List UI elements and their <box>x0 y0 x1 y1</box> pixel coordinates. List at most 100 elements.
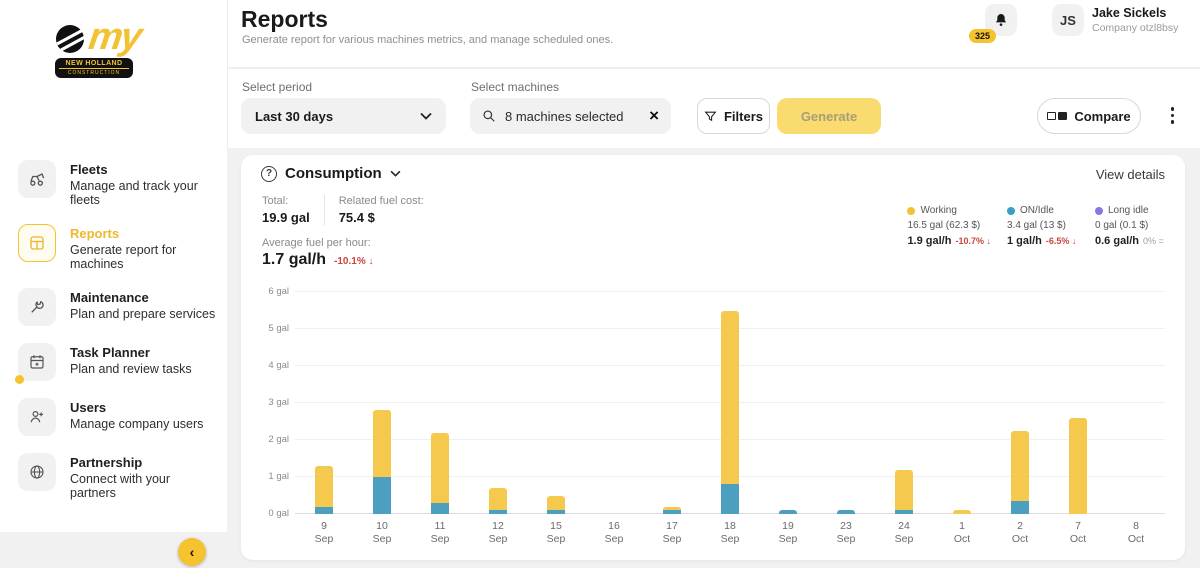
sidebar-item-task-planner[interactable]: Task Planner Plan and review tasks <box>18 343 217 381</box>
bar-segment-on-idle[interactable] <box>721 484 739 514</box>
view-details-link[interactable]: View details <box>1096 167 1165 182</box>
bar-segment-on-idle[interactable] <box>1011 501 1029 514</box>
sidebar-item-fleets[interactable]: Fleets Manage and track your fleets <box>18 160 217 207</box>
long-idle-dot-icon <box>1095 207 1103 215</box>
chart-bar-group[interactable]: 7Oct <box>1049 292 1107 514</box>
machines-value: 8 machines selected <box>505 109 640 124</box>
bar-segment-working[interactable] <box>895 470 913 511</box>
sidebar-item-title: Reports <box>70 224 217 241</box>
avg-fuel-value: 1.7 gal/h <box>262 251 326 269</box>
bar-segment-on-idle[interactable] <box>547 510 565 514</box>
chart-bar-group[interactable]: 8Oct <box>1107 292 1165 514</box>
bar-segment-working[interactable] <box>663 507 681 511</box>
legend-name: Long idle <box>1108 205 1149 216</box>
machines-search-input[interactable]: 8 machines selected × <box>470 98 671 134</box>
bar-segment-working[interactable] <box>489 488 507 510</box>
legend-name: Working <box>920 205 957 216</box>
chart-bar-group[interactable]: 15Sep <box>527 292 585 514</box>
filters-button[interactable]: Filters <box>697 98 770 134</box>
wrench-icon <box>18 288 56 326</box>
sidebar-item-maintenance[interactable]: Maintenance Plan and prepare services <box>18 288 217 326</box>
x-axis-tick: 9Sep <box>295 520 353 546</box>
x-axis-tick: 18Sep <box>701 520 759 546</box>
y-axis-tick: 4 gal <box>255 360 289 371</box>
x-axis-tick: 2Oct <box>991 520 1049 546</box>
legend-rate: 1.9 gal/h <box>907 235 951 247</box>
user-block[interactable]: Jake Sickels Company otzl8bsy <box>1092 6 1192 34</box>
chart-bar-group[interactable]: 24Sep <box>875 292 933 514</box>
legend-rate: 0.6 gal/h <box>1095 235 1139 247</box>
chart-bar-group[interactable]: 18Sep <box>701 292 759 514</box>
sidebar-item-partnership[interactable]: Partnership Connect with your partners <box>18 453 217 500</box>
bar-segment-on-idle[interactable] <box>779 510 797 514</box>
chart-plot: 0 gal1 gal2 gal3 gal4 gal5 gal6 gal9Sep1… <box>295 292 1165 514</box>
fuel-cost-label: Related fuel cost: <box>339 195 424 207</box>
chart-bar-group[interactable]: 23Sep <box>817 292 875 514</box>
fuel-cost-value: 75.4 $ <box>339 210 424 225</box>
consumption-section-toggle[interactable]: ? Consumption <box>261 165 401 182</box>
sidebar-item-title: Task Planner <box>70 343 192 360</box>
chart-bar-group[interactable]: 11Sep <box>411 292 469 514</box>
chart-bar-group[interactable]: 1Oct <box>933 292 991 514</box>
chart-bar-group[interactable]: 9Sep <box>295 292 353 514</box>
sidebar-item-subtitle: Manage and track your fleets <box>70 179 217 207</box>
bar-segment-on-idle[interactable] <box>315 507 333 514</box>
calendar-icon <box>18 343 56 381</box>
chart-bar-group[interactable]: 2Oct <box>991 292 1049 514</box>
x-axis-tick: 1Oct <box>933 520 991 546</box>
clear-machines-icon[interactable]: × <box>649 106 659 126</box>
y-axis-tick: 5 gal <box>255 323 289 334</box>
bar-segment-on-idle[interactable] <box>431 503 449 514</box>
generate-button[interactable]: Generate <box>777 98 881 134</box>
legend-rate: 1 gal/h <box>1007 235 1042 247</box>
legend-delta: 0% = <box>1143 236 1164 246</box>
chart-legend: Working 16.5 gal (62.3 $) 1.9 gal/h -10.… <box>907 205 1167 247</box>
sidebar-item-reports[interactable]: Reports Generate report for machines <box>18 224 217 271</box>
chart-bar-group[interactable]: 12Sep <box>469 292 527 514</box>
bar-segment-working[interactable] <box>1011 431 1029 501</box>
more-options-button[interactable] <box>1171 107 1175 124</box>
bar-segment-on-idle[interactable] <box>373 477 391 514</box>
sidebar-item-title: Users <box>70 398 203 415</box>
sidebar-item-subtitle: Plan and review tasks <box>70 362 192 376</box>
bar-segment-on-idle[interactable] <box>663 510 681 514</box>
bar-segment-on-idle[interactable] <box>489 510 507 514</box>
sidebar-item-subtitle: Generate report for machines <box>70 243 217 271</box>
bar-segment-working[interactable] <box>1069 418 1087 514</box>
chart-bar-group[interactable]: 19Sep <box>759 292 817 514</box>
fuel-cost-stat: Related fuel cost: 75.4 $ <box>339 195 424 225</box>
page-header: Reports Generate report for various mach… <box>228 0 1200 68</box>
y-axis-tick: 1 gal <box>255 471 289 482</box>
bar-segment-working[interactable] <box>373 410 391 477</box>
compare-label: Compare <box>1074 109 1130 124</box>
sidebar-item-title: Fleets <box>70 160 217 177</box>
bar-segment-working[interactable] <box>431 433 449 503</box>
x-axis-tick: 8Oct <box>1107 520 1165 546</box>
sidebar-item-subtitle: Manage company users <box>70 417 203 431</box>
bar-segment-working[interactable] <box>721 311 739 485</box>
bar-segment-working[interactable] <box>315 466 333 507</box>
chart-bar-group[interactable]: 17Sep <box>643 292 701 514</box>
avg-fuel-label: Average fuel per hour: <box>262 237 424 249</box>
notifications-button[interactable]: 325 <box>985 4 1017 36</box>
badge-line2: CONSTRUCTION <box>59 68 129 76</box>
info-icon[interactable]: ? <box>261 166 277 182</box>
y-axis-tick: 6 gal <box>255 286 289 297</box>
chart-bar-group[interactable]: 10Sep <box>353 292 411 514</box>
x-axis-tick: 7Oct <box>1049 520 1107 546</box>
period-select[interactable]: Last 30 days <box>241 98 446 134</box>
bar-segment-working[interactable] <box>547 496 565 511</box>
total-stat: Total: 19.9 gal <box>262 195 310 225</box>
bar-segment-working[interactable] <box>953 510 971 514</box>
chart-bar-group[interactable]: 16Sep <box>585 292 643 514</box>
y-axis-tick: 0 gal <box>255 508 289 519</box>
avatar[interactable]: JS <box>1052 4 1084 36</box>
app-logo[interactable]: my NEW HOLLAND CONSTRUCTION <box>53 22 173 78</box>
sidebar-collapse-button[interactable]: ‹ <box>178 538 206 566</box>
bar-segment-on-idle[interactable] <box>895 510 913 514</box>
compare-button[interactable]: Compare <box>1037 98 1141 134</box>
legend-working: Working 16.5 gal (62.3 $) 1.9 gal/h -10.… <box>907 205 991 247</box>
sidebar-item-users[interactable]: Users Manage company users <box>18 398 217 436</box>
filters-label: Filters <box>724 109 763 124</box>
bar-segment-on-idle[interactable] <box>837 510 855 514</box>
